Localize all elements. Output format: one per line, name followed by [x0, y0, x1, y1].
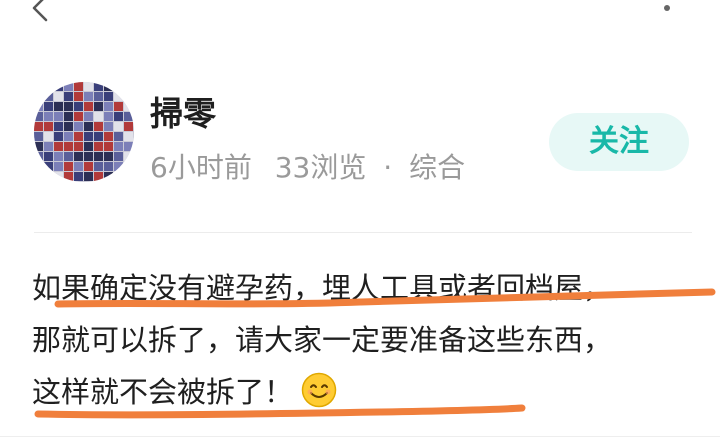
smiling-face-icon: [301, 372, 337, 408]
back-arrow-icon[interactable]: [26, 0, 56, 24]
post-time: 6小时前: [150, 151, 252, 184]
bottom-divider: [0, 436, 720, 437]
post-body-line-2: 那就可以拆了，请大家一定要准备这些东西，: [32, 323, 613, 357]
post-body-line-3-text: 这样就不会被拆了！: [32, 375, 294, 409]
avatar[interactable]: [34, 82, 134, 182]
more-dots-icon[interactable]: [660, 0, 674, 18]
author-name[interactable]: 掃零: [150, 92, 216, 136]
meta-separator: ·: [383, 151, 393, 184]
avatar-image: [34, 82, 134, 182]
post-category[interactable]: 综合: [409, 151, 465, 184]
post-views: 33浏览: [274, 151, 367, 184]
post-body: 如果确定没有避孕药，埋人工具或者回档屋， 那就可以拆了，请大家一定要准备这些东西…: [32, 262, 692, 418]
follow-button[interactable]: 关注: [549, 113, 689, 171]
post-meta: 6小时前 33浏览 · 综合: [150, 148, 465, 188]
post-body-line-3: 这样就不会被拆了！: [32, 366, 692, 418]
top-bar: [0, 0, 720, 30]
divider: [34, 232, 692, 233]
post-body-line-1: 如果确定没有避孕药，埋人工具或者回档屋，: [32, 271, 613, 305]
